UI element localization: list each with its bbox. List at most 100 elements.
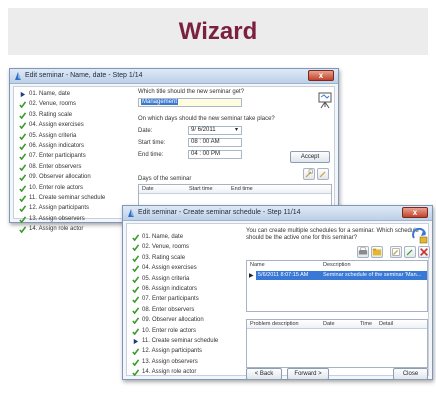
window1-titlebar[interactable]: Edit seminar - Name, date - Step 1/14 x bbox=[10, 69, 338, 84]
edit-schedule-button[interactable] bbox=[404, 246, 416, 258]
title-question: Which title should the new seminar get? bbox=[138, 89, 245, 95]
folder-icon bbox=[372, 248, 382, 256]
days-question: On which days should the new seminar tak… bbox=[138, 116, 275, 122]
check-icon bbox=[19, 226, 26, 234]
step-item[interactable]: 03. Rating scale bbox=[16, 110, 120, 120]
date-picker[interactable]: 9/ 6/2011 ▾ bbox=[188, 126, 242, 135]
step-item[interactable]: 09. Observer allocation bbox=[129, 315, 233, 325]
step-item[interactable]: 01. Name, date bbox=[129, 232, 233, 242]
check-icon bbox=[132, 359, 139, 366]
step-label: 05. Assign criteria bbox=[142, 275, 190, 282]
problems-col-description: Problem description bbox=[250, 321, 299, 327]
step-label: 11. Create seminar schedule bbox=[142, 337, 219, 344]
step-item[interactable]: 12. Assign participants bbox=[16, 203, 120, 213]
end-time-input[interactable]: 04 : 00 PM bbox=[188, 150, 242, 159]
schedule-row[interactable]: 5/6/2011 8:07:15 AM Seminar schedule of … bbox=[256, 271, 427, 280]
step-item[interactable]: 09. Observer allocation bbox=[16, 172, 120, 182]
step-item[interactable]: 05. Assign criteria bbox=[16, 131, 120, 141]
window1-close-button[interactable]: x bbox=[308, 70, 334, 81]
check-icon bbox=[19, 205, 26, 213]
step-item[interactable]: 03. Rating scale bbox=[129, 253, 233, 263]
step-item[interactable]: 07. Enter participants bbox=[16, 151, 120, 161]
problems-col-time: Time bbox=[360, 321, 373, 327]
step-label: 06. Assign indicators bbox=[29, 142, 85, 149]
step-label: 01. Name, date bbox=[142, 234, 184, 240]
edit-icon bbox=[305, 169, 313, 178]
check-icon bbox=[19, 184, 26, 192]
start-time-label: Start time: bbox=[138, 140, 166, 146]
app-icon bbox=[15, 72, 21, 80]
step-item[interactable]: 04. Assign exercises bbox=[16, 120, 120, 130]
step-label: 09. Observer allocation bbox=[142, 317, 204, 324]
step-item[interactable]: 06. Assign indicators bbox=[16, 141, 120, 151]
forward-button[interactable]: Forward > bbox=[287, 368, 329, 380]
step-item[interactable]: 08. Enter observers bbox=[16, 162, 120, 172]
step-label: 02. Venue, rooms bbox=[29, 101, 77, 108]
add-icon bbox=[392, 248, 400, 256]
step-label: 02. Venue, rooms bbox=[142, 244, 190, 251]
check-icon bbox=[19, 101, 26, 109]
step-item[interactable]: 14. Assign role actor bbox=[16, 224, 120, 234]
step-label: 14. Assign role actor bbox=[29, 226, 84, 233]
step-item[interactable]: 04. Assign exercises bbox=[129, 263, 233, 273]
check-icon bbox=[19, 143, 26, 150]
schedule-refresh-icon bbox=[412, 228, 428, 244]
days-col-end: End time bbox=[231, 186, 253, 192]
step-label: 14. Assign role actor bbox=[142, 369, 197, 376]
seminar-title-input[interactable]: Management bbox=[138, 98, 242, 107]
schedules-col-name: Name bbox=[250, 262, 265, 268]
check-icon bbox=[19, 216, 26, 223]
schedules-grid[interactable]: Name Description ▶ 5/6/2011 8:07:15 AM S… bbox=[246, 260, 428, 312]
step-item[interactable]: 08. Enter observers bbox=[129, 305, 233, 315]
step-label: 13. Assign observers bbox=[142, 358, 198, 365]
step-item[interactable]: 01. Name, date bbox=[16, 89, 120, 99]
problems-col-date: Date bbox=[323, 321, 335, 327]
close-button[interactable]: Close bbox=[393, 368, 428, 380]
step-item[interactable]: 13. Assign observers bbox=[129, 357, 233, 367]
step-item[interactable]: 02. Venue, rooms bbox=[129, 242, 233, 252]
window2-step-list: 01. Name, date 02. Venue, rooms 03. Rating… bbox=[129, 232, 233, 377]
add-schedule-button[interactable] bbox=[390, 246, 402, 258]
step-item[interactable]: 12. Assign participants bbox=[129, 346, 233, 356]
step-item[interactable]: 11. Create seminar schedule bbox=[16, 193, 120, 203]
banner: Wizard bbox=[8, 8, 428, 55]
window2-close-button[interactable]: x bbox=[402, 207, 428, 218]
problems-grid[interactable]: Problem description Date Time Detail bbox=[246, 319, 428, 368]
schedule-info-line1: You can create multiple schedules for a … bbox=[246, 228, 419, 234]
step-item[interactable]: 13. Assign observers bbox=[16, 214, 120, 224]
step-item[interactable]: 07. Enter participants bbox=[129, 294, 233, 304]
check-icon bbox=[19, 153, 26, 161]
dropdown-icon: ▾ bbox=[234, 127, 238, 133]
folder-button[interactable] bbox=[371, 246, 383, 258]
days-col-date: Date bbox=[142, 186, 154, 192]
window2-titlebar[interactable]: Edit seminar - Create seminar schedule -… bbox=[123, 206, 432, 221]
accept-button[interactable]: Accept bbox=[290, 151, 330, 163]
step-label: 06. Assign indicators bbox=[142, 285, 198, 292]
step-item[interactable]: 10. Enter role actors bbox=[16, 183, 120, 193]
step-label: 11. Create seminar schedule bbox=[29, 194, 106, 201]
step-item[interactable]: 11. Create seminar schedule bbox=[129, 336, 233, 346]
check-icon bbox=[132, 234, 139, 241]
days-heading: Days of the seminar bbox=[138, 176, 192, 182]
check-icon bbox=[132, 275, 139, 283]
step-item[interactable]: 05. Assign criteria bbox=[129, 274, 233, 284]
app-icon bbox=[128, 209, 134, 217]
add-day-button[interactable] bbox=[303, 168, 315, 180]
step-item[interactable]: 14. Assign role actor bbox=[129, 367, 233, 377]
banner-title: Wizard bbox=[178, 18, 258, 45]
check-icon bbox=[19, 174, 26, 182]
print-button[interactable] bbox=[357, 246, 369, 258]
start-time-input[interactable]: 08 : 00 AM bbox=[188, 138, 242, 147]
edit-day-button[interactable] bbox=[317, 168, 329, 180]
step-item[interactable]: 10. Enter role actors bbox=[129, 326, 233, 336]
schedules-col-description: Description bbox=[323, 262, 351, 268]
delete-schedule-button[interactable] bbox=[418, 246, 430, 258]
step-label: 03. Rating scale bbox=[29, 111, 73, 118]
step-item[interactable]: 06. Assign indicators bbox=[129, 284, 233, 294]
step-label: 03. Rating scale bbox=[142, 254, 186, 261]
step-label: 08. Enter observers bbox=[29, 163, 82, 170]
step-item[interactable]: 02. Venue, rooms bbox=[16, 99, 120, 109]
back-button[interactable]: < Back bbox=[246, 368, 282, 380]
check-icon bbox=[132, 286, 139, 293]
current-step-arrow-icon bbox=[133, 338, 139, 345]
